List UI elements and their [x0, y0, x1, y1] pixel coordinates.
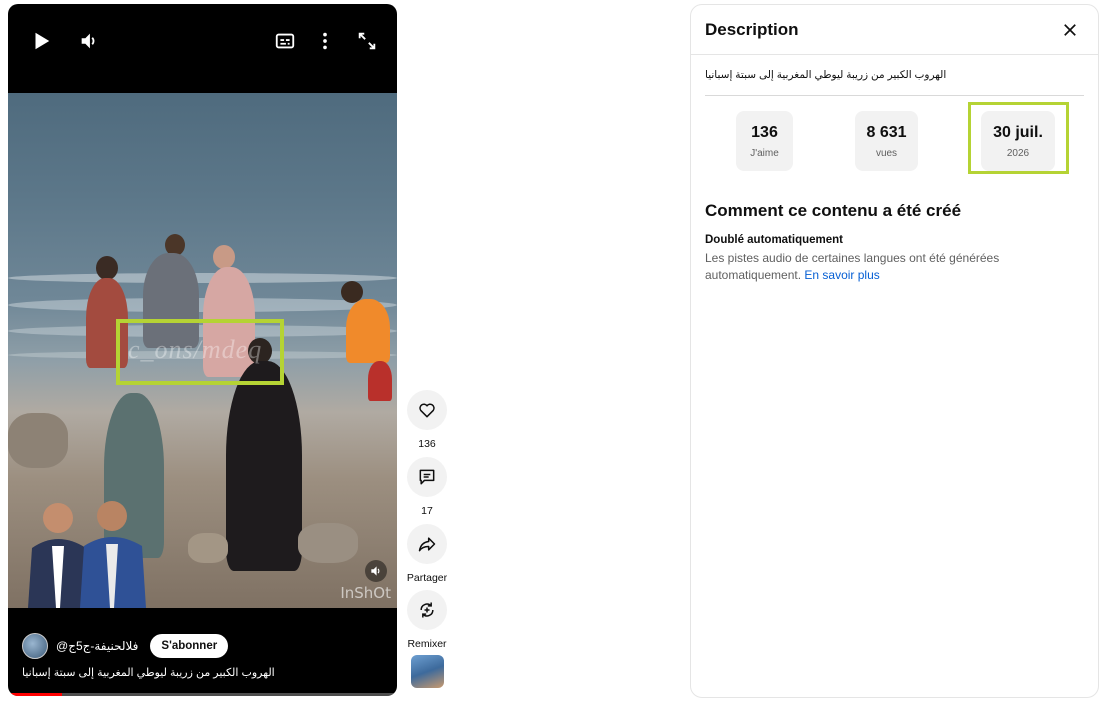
stat-likes-label: J'aime: [750, 147, 779, 159]
stat-likes: 136 J'aime: [736, 111, 793, 171]
how-created-title: Comment ce contenu a été créé: [705, 201, 962, 220]
heart-icon: [419, 403, 435, 418]
stat-likes-value: 136: [751, 123, 778, 141]
volume-icon[interactable]: [76, 28, 102, 54]
close-icon: [1064, 23, 1076, 36]
play-icon[interactable]: [28, 28, 54, 54]
like-action: 136: [404, 390, 450, 450]
overlay-photo-people: [28, 501, 146, 608]
watermark-highlight-box: [116, 319, 284, 385]
how-created-subtitle: Doublé automatiquement: [705, 234, 844, 246]
video-title: الهروب الكبير من زريبة ليوطي المغربية إل…: [22, 667, 275, 679]
channel-name[interactable]: @فلالحنيفة-ج5ج: [56, 639, 138, 653]
captions-icon[interactable]: [272, 28, 298, 54]
date-highlight-box: [968, 102, 1069, 174]
description-panel: Description الهروب الكبير من زريبة ليوطي…: [690, 4, 1099, 698]
more-vert-icon[interactable]: [312, 28, 338, 54]
volume-small-icon[interactable]: [365, 560, 387, 582]
share-label: Partager: [406, 572, 448, 584]
remix-action: Remixer: [404, 590, 450, 650]
progress-bar[interactable]: [8, 693, 397, 696]
stat-views-label: vues: [875, 147, 898, 159]
video-frame: c_ons/mdeq InShOt: [8, 93, 397, 608]
comment-action: 17: [404, 457, 450, 517]
stat-views-value: 8 631: [866, 123, 907, 141]
close-button[interactable]: [1056, 16, 1084, 44]
stat-views: 8 631 vues: [855, 111, 918, 171]
remix-icon: [420, 602, 434, 618]
share-button[interactable]: [407, 524, 447, 564]
like-button[interactable]: [407, 390, 447, 430]
comment-count: 17: [421, 505, 433, 517]
learn-more-link[interactable]: En savoir plus: [804, 268, 879, 282]
how-created-text: Les pistes audio de certaines langues on…: [705, 250, 1065, 284]
share-icon: [418, 537, 436, 552]
page: c_ons/mdeq InShOt @فلالحنيفة-ج5ج S'abonn…: [0, 0, 1100, 707]
comment-icon: [419, 469, 435, 485]
panel-header: Description: [691, 5, 1098, 55]
share-action: Partager: [404, 524, 450, 584]
progress-fill: [8, 693, 63, 696]
comment-button[interactable]: [407, 457, 447, 497]
subscribe-button[interactable]: S'abonner: [150, 634, 229, 658]
channel-row: @فلالحنيفة-ج5ج S'abonner: [22, 633, 229, 659]
sound-thumbnail[interactable]: [411, 655, 444, 688]
inshot-watermark: InShOt: [340, 584, 391, 602]
like-count: 136: [418, 438, 436, 450]
channel-avatar[interactable]: [22, 633, 48, 659]
panel-title: Description: [705, 19, 799, 39]
divider: [705, 95, 1084, 96]
remix-button[interactable]: [407, 590, 447, 630]
video-player[interactable]: c_ons/mdeq InShOt @فلالحنيفة-ج5ج S'abonn…: [8, 4, 397, 696]
fullscreen-icon[interactable]: [354, 28, 380, 54]
remix-label: Remixer: [407, 638, 447, 650]
description-text: الهروب الكبير من زريبة ليوطي المغربية إل…: [705, 69, 947, 81]
